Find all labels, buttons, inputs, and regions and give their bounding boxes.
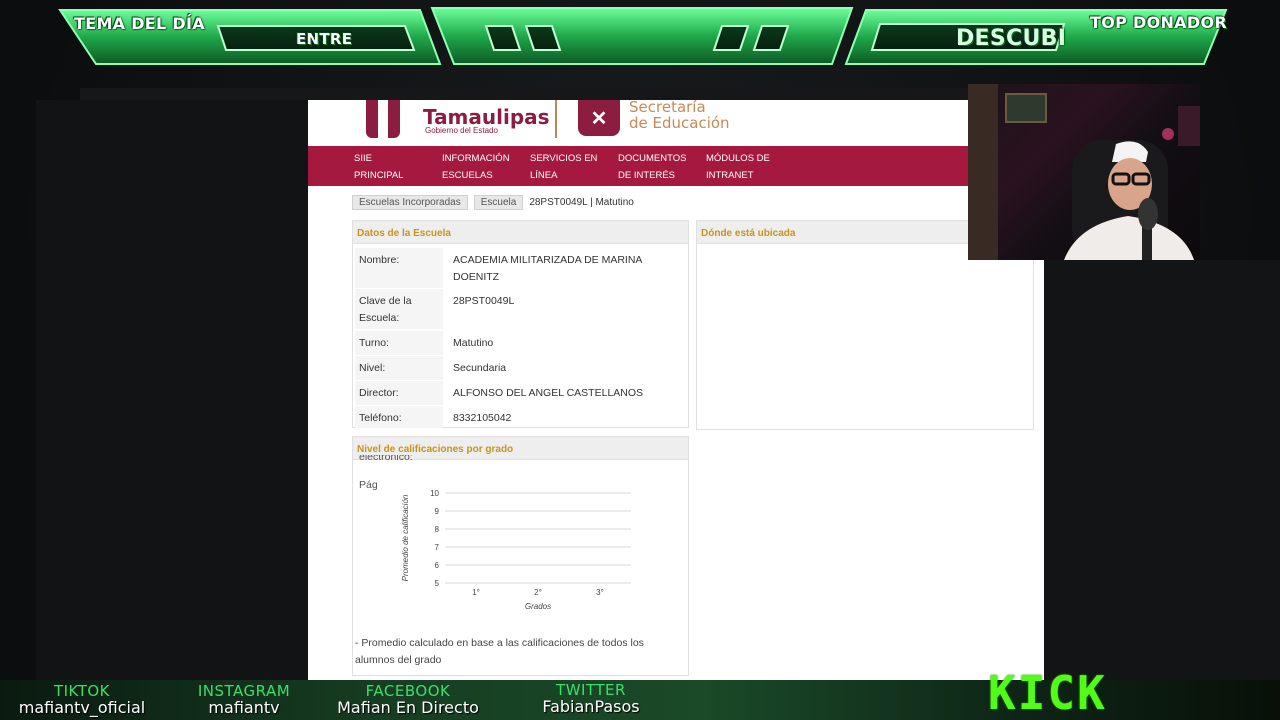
field-value: 28PST0049L <box>453 295 515 307</box>
tema-del-dia-value: ENTRE <box>296 30 353 48</box>
social-tiktok: TIKTOK mafiantv_oficial <box>10 683 154 717</box>
nav-item-line: SIIE <box>354 153 372 164</box>
grades-chart: 5 6 7 8 9 10 1° 2° 3° Grados Promedio de calificac… <box>401 489 631 611</box>
nav-item-line: SERVICIOS EN <box>530 153 598 164</box>
social-instagram: INSTAGRAM mafiantv <box>184 683 304 717</box>
stream-scene: TEMA DEL DÍA ENTRE TOP DONADOR DESCUBI T… <box>0 0 1280 720</box>
field-value: Secundaria <box>453 362 507 374</box>
tamaulipas-logo-subtitle: Gobierno del Estado <box>425 126 498 135</box>
grades-note: - Promedio calculado en base a las calif… <box>355 637 644 666</box>
nav-item-line: INFORMACIÓN <box>442 153 510 164</box>
breadcrumb-escuela[interactable]: Escuela <box>473 194 524 210</box>
nav-item-informacion-escuelas[interactable]: INFORMACIÓN ESCUELAS <box>442 150 524 184</box>
row-telefono: Teléfono: 8332105042 <box>355 406 685 430</box>
social-handle: FabianPasos <box>542 697 640 716</box>
webcam-feed <box>968 84 1200 260</box>
streamer-camera-image <box>968 84 1200 260</box>
map-area[interactable] <box>697 245 1033 429</box>
y-tick-label: 9 <box>435 507 440 516</box>
row-nombre: Nombre: ACADEMIA MILITARIZADA DE MARINA … <box>355 248 685 288</box>
breadcrumb-current: 28PST0049L | Matutino <box>529 196 634 208</box>
social-facebook: FACEBOOK Mafian En Directo <box>328 683 488 717</box>
social-network-label: TWITTER <box>556 681 626 699</box>
overflow-text: electrónico: <box>359 455 413 463</box>
field-label: Nombre: <box>355 248 443 288</box>
breadcrumb: Escuelas Incorporadas Escuela 28PST0049L… <box>352 194 634 210</box>
nav-item-line: DE INTERÉS <box>618 170 676 181</box>
nav-item-documentos-de-interes[interactable]: DOCUMENTOS DE INTERÉS <box>618 150 700 184</box>
nav-item-line: PRINCIPAL <box>354 170 404 181</box>
breadcrumb-escuelas-incorporadas[interactable]: Escuelas Incorporadas <box>352 194 468 210</box>
tamaulipas-logo-icon[interactable] <box>366 100 400 138</box>
y-tick-label: 5 <box>435 579 440 588</box>
sep-logo-line1: Secretaría <box>629 100 706 116</box>
field-value: ACADEMIA MILITARIZADA DE MARINA DOENITZ <box>453 254 642 283</box>
kick-logo: KICK <box>988 666 1107 720</box>
nav-item-line: ESCUELAS <box>442 170 493 181</box>
field-label: Clave de la Escuela: <box>355 289 443 329</box>
overlay-frame <box>58 7 1228 65</box>
top-donador-label: TOP DONADOR <box>1090 13 1227 32</box>
x-tick-label: 2° <box>534 588 542 597</box>
school-info-page: Tamaulipas Gobierno del Estado ✕ Secreta… <box>308 100 1044 680</box>
field-value: ALFONSO DEL ANGEL CASTELLANOS <box>453 387 644 399</box>
top-donador-value: DESCUBI <box>956 26 1067 51</box>
social-handle: Mafian En Directo <box>337 698 479 717</box>
x-tick-label: 3° <box>596 588 604 597</box>
x-axis-label: Grados <box>525 602 551 611</box>
social-handle: mafiantv <box>208 698 280 717</box>
field-label: Teléfono: <box>355 406 443 428</box>
stream-overlay-top: TEMA DEL DÍA ENTRE TOP DONADOR DESCUBI <box>0 0 1280 80</box>
sep-logo-text[interactable]: Secretaría de Educación <box>629 100 730 131</box>
social-network-label: FACEBOOK <box>365 682 451 700</box>
nav-item-line: LÍNEA <box>530 170 558 181</box>
pencil-ruler-icon[interactable]: ✕ <box>578 100 620 136</box>
field-label: Nivel: <box>355 356 443 380</box>
field-label: Turno: <box>355 331 443 355</box>
nav-item-line: MÓDULOS DE <box>706 153 770 164</box>
nav-item-modulos-de-intranet[interactable]: MÓDULOS DE INTRANET <box>706 150 788 184</box>
nav-item-line: INTRANET <box>706 170 754 181</box>
social-handle: mafiantv_oficial <box>18 698 146 717</box>
nav-item-line: DOCUMENTOS <box>618 153 687 164</box>
social-twitter: TWITTER FabianPasos <box>526 682 656 716</box>
y-tick-label: 8 <box>435 525 440 534</box>
backdrop-left-panel <box>36 100 308 680</box>
panel-title: Datos de la Escuela <box>353 221 688 244</box>
site-header: Tamaulipas Gobierno del Estado ✕ Secreta… <box>308 100 1044 146</box>
x-tick-label: 1° <box>472 588 480 597</box>
row-clave: Clave de la Escuela: 28PST0049L <box>355 289 685 329</box>
logo-divider <box>555 100 557 138</box>
y-tick-label: 7 <box>435 543 440 552</box>
y-axis-label: Promedio de calificación <box>401 494 410 581</box>
nav-item-servicios-en-linea[interactable]: SERVICIOS EN LÍNEA <box>530 150 612 184</box>
sep-logo-line2: de Educación <box>629 114 730 132</box>
row-director: Director: ALFONSO DEL ANGEL CASTELLANOS <box>355 381 685 405</box>
overflow-text: Pág <box>359 479 378 491</box>
grades-panel: Nivel de calificaciones por grado electr… <box>352 436 689 676</box>
main-nav: SIIE PRINCIPAL INFORMACIÓN ESCUELAS SERV… <box>308 146 1044 186</box>
y-tick-label: 10 <box>430 489 439 498</box>
row-turno: Turno: Matutino <box>355 331 685 355</box>
social-network-label: INSTAGRAM <box>197 682 291 700</box>
field-value: Matutino <box>453 337 494 349</box>
social-network-label: TIKTOK <box>53 682 111 700</box>
field-value: 8332105042 <box>453 412 512 424</box>
backdrop-right-panel <box>1044 260 1280 680</box>
nav-item-siie-principal[interactable]: SIIE PRINCIPAL <box>354 150 436 184</box>
school-data-panel: Datos de la Escuela Nombre: ACADEMIA MIL… <box>352 220 689 428</box>
tema-del-dia-label: TEMA DEL DÍA <box>74 14 205 33</box>
row-nivel: Nivel: Secundaria <box>355 356 685 380</box>
field-label: Director: <box>355 381 443 405</box>
y-tick-label: 6 <box>435 561 440 570</box>
